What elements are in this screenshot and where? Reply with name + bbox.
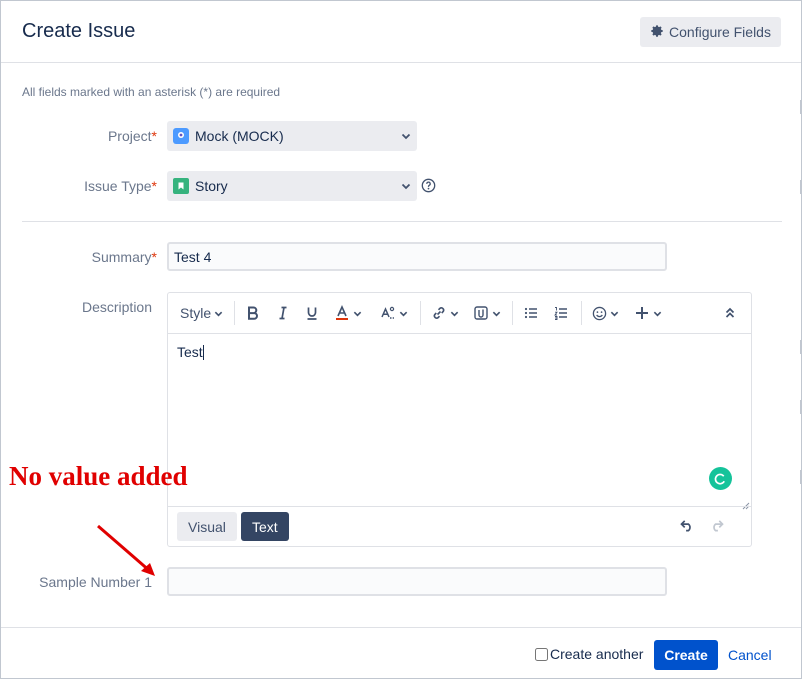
annotation-arrow-icon (97, 524, 155, 576)
text-caret (202, 345, 204, 360)
configure-fields-button[interactable]: Configure Fields (640, 17, 781, 47)
dialog-header: Create Issue Configure Fields (1, 1, 801, 63)
project-value: Mock (MOCK) (195, 128, 284, 144)
sample-number-label: Sample Number 1 (39, 574, 152, 590)
underline-icon[interactable] (305, 301, 319, 325)
chevron-down-icon (214, 311, 223, 316)
visual-mode-button[interactable]: Visual (177, 512, 237, 541)
text-color-icon[interactable] (334, 301, 362, 325)
style-dropdown[interactable]: Style (180, 301, 223, 325)
toolbar-separator (512, 301, 513, 325)
redo-icon[interactable] (709, 519, 724, 537)
bullet-list-icon[interactable] (524, 301, 538, 325)
create-another-checkbox[interactable] (535, 647, 548, 661)
project-select[interactable]: Mock (MOCK) (167, 121, 417, 151)
create-button[interactable]: Create (654, 640, 718, 670)
collapse-toolbar-icon[interactable] (725, 301, 735, 325)
emoji-icon[interactable] (592, 301, 619, 325)
text-format-icon[interactable] (380, 301, 408, 325)
editor-mode-bar: Visual Text (168, 506, 751, 546)
issue-type-label: Issue Type* (1, 178, 157, 194)
required-asterisk: * (151, 249, 157, 265)
summary-label: Summary* (1, 249, 157, 265)
summary-label-text: Summary (91, 249, 152, 265)
grammarly-icon[interactable] (709, 467, 732, 490)
summary-input[interactable] (167, 242, 667, 271)
required-asterisk: * (151, 128, 157, 144)
issue-type-value: Story (195, 178, 228, 194)
toolbar-separator (234, 301, 235, 325)
required-fields-note: All fields marked with an asterisk (*) a… (22, 85, 281, 99)
create-another-label: Create another (550, 646, 644, 662)
style-label: Style (180, 305, 212, 321)
undo-icon[interactable] (680, 519, 695, 537)
section-divider (22, 221, 782, 222)
toolbar-separator (581, 301, 582, 325)
cancel-link[interactable]: Cancel (728, 647, 772, 663)
chevron-down-icon (401, 128, 411, 144)
issue-type-label-text: Issue Type (84, 178, 152, 194)
attachment-icon[interactable] (473, 301, 501, 325)
create-another-toggle[interactable]: Create another (535, 646, 643, 662)
dialog-title: Create Issue (22, 20, 136, 42)
description-text-area[interactable]: Test (168, 335, 751, 507)
description-value: Test (177, 344, 203, 360)
italic-icon[interactable] (276, 301, 290, 325)
description-editor: Style Test Visual Text (167, 292, 752, 547)
help-icon[interactable] (421, 178, 436, 198)
annotation-text: No value added (9, 461, 188, 491)
sample-number-input[interactable] (167, 567, 667, 596)
project-label-text: Project (107, 128, 152, 144)
text-mode-button[interactable]: Text (241, 512, 289, 541)
chevron-down-icon (401, 178, 411, 194)
gear-icon (650, 24, 664, 41)
project-label: Project* (1, 128, 157, 144)
numbered-list-icon[interactable] (554, 301, 568, 325)
story-icon (173, 178, 189, 194)
toolbar-separator (420, 301, 421, 325)
bold-icon[interactable] (246, 301, 260, 325)
footer-divider (1, 627, 801, 628)
editor-toolbar: Style (168, 293, 751, 334)
description-label: Description (81, 299, 152, 315)
insert-more-icon[interactable] (635, 301, 662, 325)
link-icon[interactable] (431, 301, 459, 325)
issue-type-select[interactable]: Story (167, 171, 417, 201)
required-asterisk: * (151, 178, 157, 194)
configure-fields-label: Configure Fields (669, 24, 771, 40)
project-avatar-icon (173, 128, 189, 144)
create-issue-dialog: Create Issue Configure Fields All fields… (0, 0, 802, 679)
